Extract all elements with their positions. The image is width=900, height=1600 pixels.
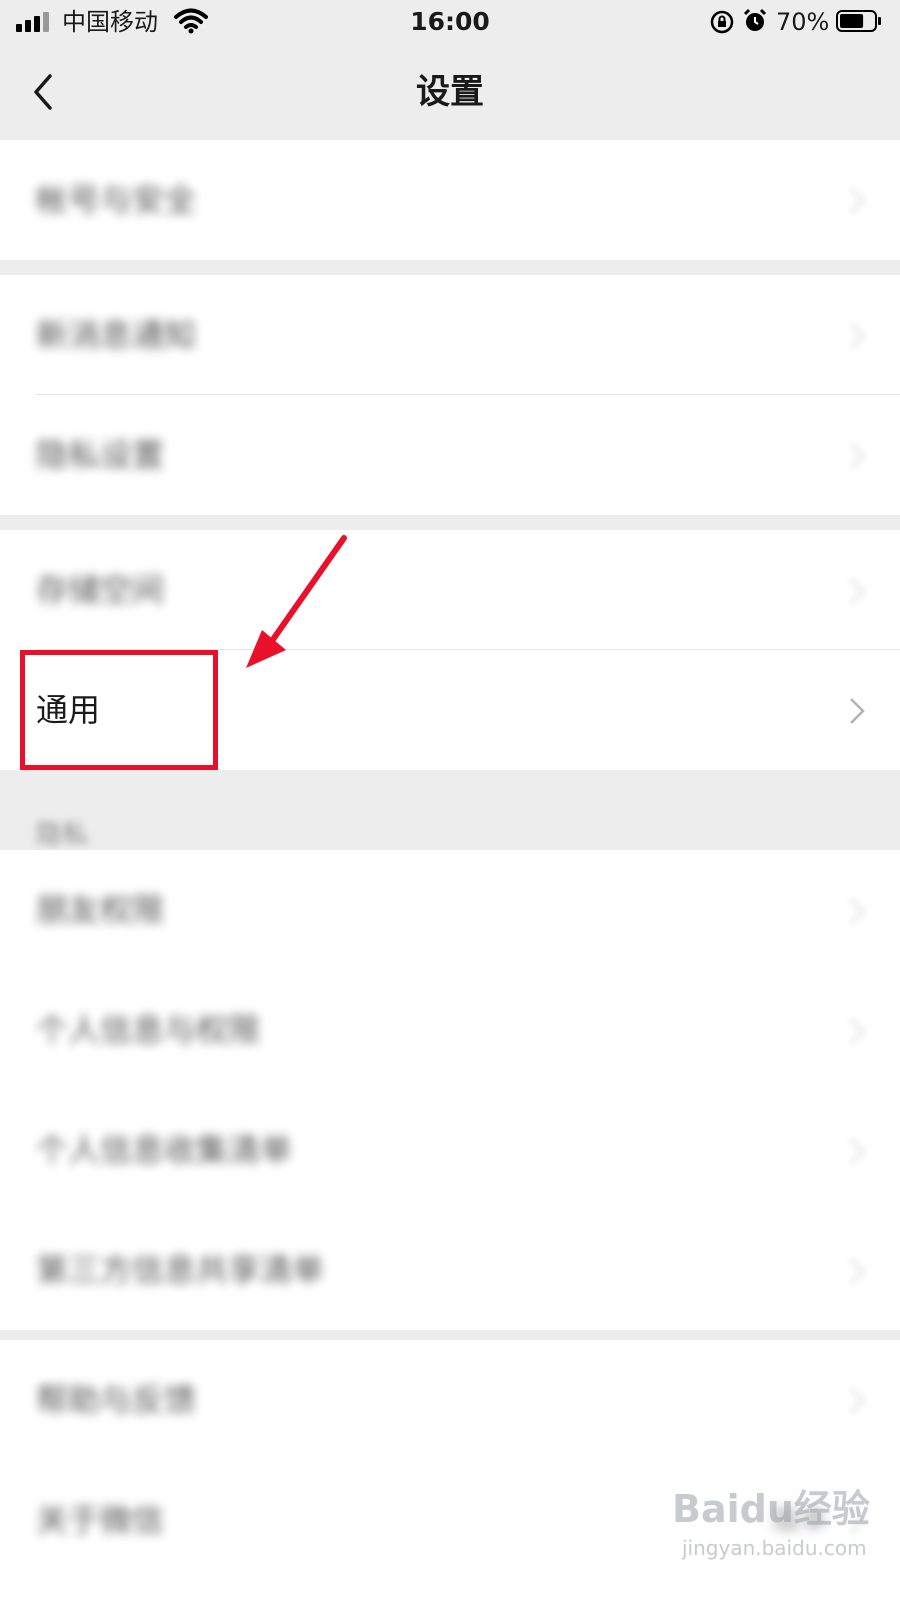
status-bar: 中国移动 16:00 70% [0, 0, 900, 44]
settings-item-label: 个人信息收集清单 [36, 1131, 293, 1169]
chevron-right-icon [850, 1258, 865, 1284]
chevron-right-icon [850, 443, 865, 469]
settings-item-label: 第三方信息共享清单 [36, 1251, 325, 1289]
chevron-right-icon [850, 1138, 865, 1164]
settings-item-label: 关于微信 [36, 1501, 165, 1539]
settings-item-notifications[interactable]: 新消息通知 [0, 275, 900, 395]
chevron-right-icon [850, 898, 865, 924]
settings-item-label: 朋友权限 [36, 891, 165, 929]
watermark-brand: Baidu经验 [672, 1487, 870, 1531]
settings-item-third-party-sharing[interactable]: 第三方信息共享清单 [0, 1210, 900, 1330]
settings-item-friend-permissions[interactable]: 朋友权限 [0, 850, 900, 970]
settings-item-account-security[interactable]: 帐号与安全 [0, 140, 900, 260]
navigation-bar: 设置 [0, 44, 900, 140]
chevron-right-icon [850, 188, 865, 214]
settings-item-label: 新消息通知 [36, 316, 197, 354]
settings-item-label: 帐号与安全 [36, 181, 197, 219]
annotation-arrow-icon [246, 535, 347, 668]
chevron-right-icon [850, 1018, 865, 1044]
settings-item-label: 个人信息与权限 [36, 1011, 261, 1049]
settings-item-info-collection[interactable]: 个人信息收集清单 [0, 1090, 900, 1210]
settings-item-storage[interactable]: 存储空间 [0, 530, 900, 650]
settings-item-label: 隐私设置 [36, 436, 165, 474]
chevron-right-icon [850, 323, 865, 349]
settings-item-privacy[interactable]: 隐私设置 [0, 395, 900, 515]
alarm-icon [743, 8, 767, 31]
battery-percentage: 70% [776, 8, 830, 36]
chevron-right-icon [850, 1388, 865, 1414]
battery-icon [836, 10, 881, 32]
watermark-url: jingyan.baidu.com [682, 1536, 867, 1560]
chevron-right-icon [850, 698, 865, 724]
highlight-box [20, 650, 218, 770]
settings-item-personal-info[interactable]: 个人信息与权限 [0, 970, 900, 1090]
settings-item-help-feedback[interactable]: 帮助与反馈 [0, 1340, 900, 1460]
baidu-jingyan-watermark: Baidu经验 jingyan.baidu.com [672, 1470, 872, 1580]
settings-group-notifications: 新消息通知 隐私设置 [0, 275, 900, 515]
settings-group-privacy-list: 朋友权限 个人信息与权限 个人信息收集清单 第三方信息共享清单 [0, 850, 900, 1330]
settings-group-account: 帐号与安全 [0, 140, 900, 260]
page-title: 设置 [416, 72, 484, 112]
rotation-lock-icon [710, 10, 734, 34]
settings-item-label: 帮助与反馈 [36, 1381, 197, 1419]
chevron-right-icon [850, 578, 865, 604]
settings-item-label: 存储空间 [36, 571, 165, 609]
